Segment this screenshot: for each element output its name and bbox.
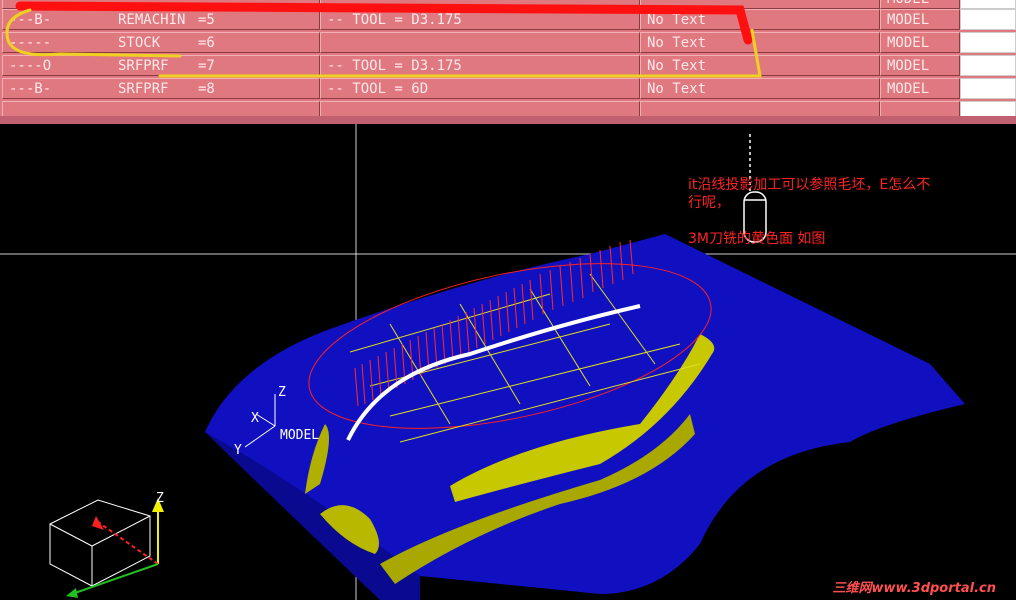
cube-x-axis — [97, 521, 159, 565]
cube-x-arrow — [92, 516, 104, 530]
cube-y-arrow — [66, 588, 78, 598]
3d-viewport[interactable]: Z X Y MODEL Z it沿线投影加工可以参照毛坯，E怎么不 行呢， 3M… — [0, 124, 1016, 600]
watermark: 三维网www.3dportal.cn — [832, 581, 996, 596]
cube-y-axis — [71, 563, 159, 595]
red-highlight-stroke — [15, 1, 753, 45]
cube-z-label: Z — [156, 491, 164, 506]
markup-overlay — [5, 1, 762, 78]
axis-x-label: X — [251, 411, 259, 426]
operation-list: MODEL ---B-REMACHIN=5 -- TOOL = D3.175 N… — [0, 0, 1016, 124]
annotation-line-2: 行呢， — [688, 195, 730, 211]
axis-z-label: Z — [278, 385, 286, 400]
stock-cube — [49, 499, 151, 587]
yellow-circle-stroke — [5, 8, 762, 78]
annotation-line-3: 3M刀铣的黄色面 如图 — [688, 231, 826, 247]
model-label: MODEL — [280, 428, 319, 443]
annotation-line-1: it沿线投影加工可以参照毛坯，E怎么不 — [688, 177, 931, 193]
axis-y-label: Y — [234, 443, 242, 458]
scene: Z X Y MODEL Z — [0, 124, 1016, 600]
